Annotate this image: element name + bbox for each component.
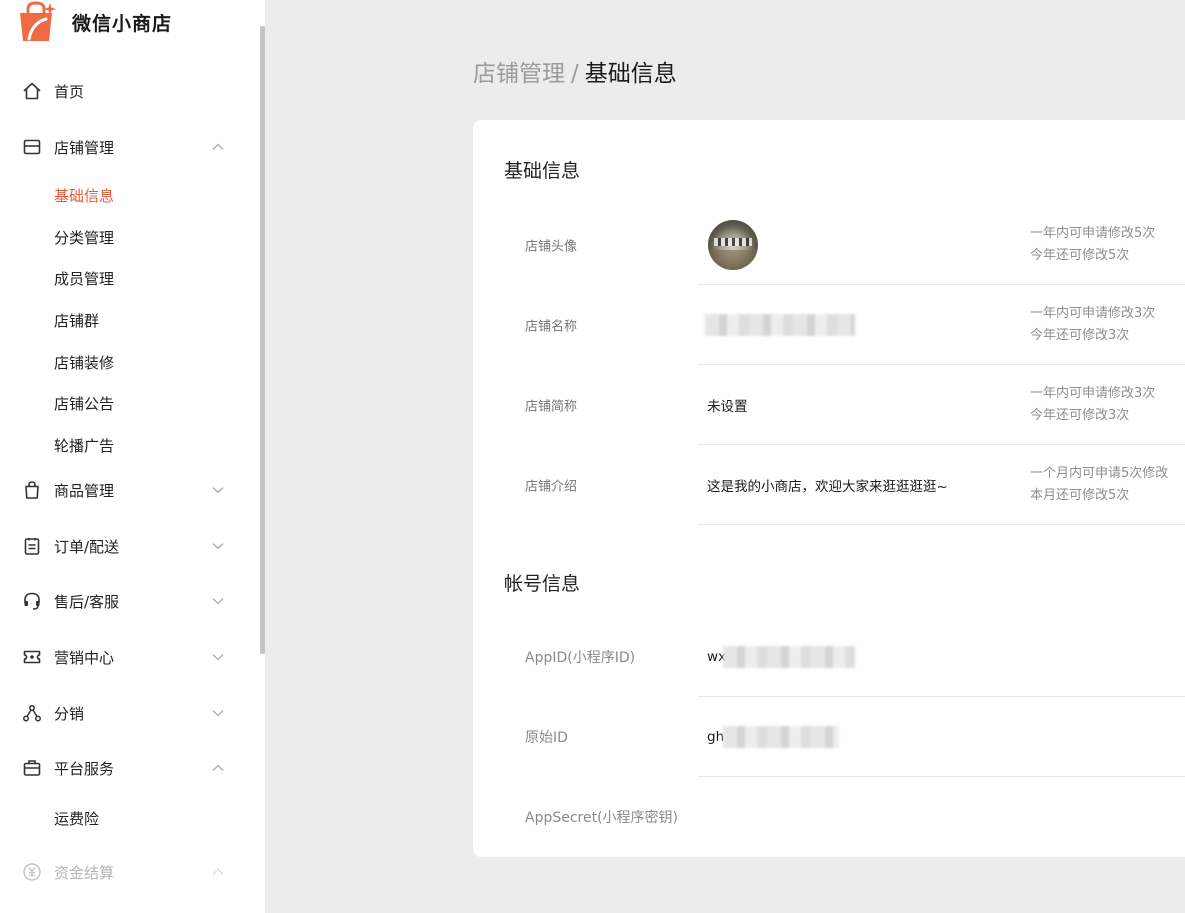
section-title-account-info: 帐号信息 [504, 573, 581, 595]
shopping-bag-sparkle-icon [16, 1, 58, 43]
row-note-line: 今年还可修改3次 [1030, 328, 1130, 343]
row-label: 店铺简称 [525, 399, 578, 415]
row-value: 这是我的小商店，欢迎大家来逛逛逛逛~ [707, 479, 948, 495]
info-row-avatar: 店铺头像 一年内可申请修改5次 今年还可修改5次 [473, 205, 1185, 285]
sidebar-subitem-members[interactable]: 成员管理 [54, 266, 114, 290]
sidebar-item-label: 店铺管理 [54, 138, 115, 157]
sidebar-scrollbar[interactable] [260, 26, 265, 654]
row-note: 一个月内可申请5次修改 本月还可修改5次 [1030, 463, 1168, 507]
store-avatar[interactable] [708, 220, 758, 270]
redacted-value [723, 646, 855, 668]
sidebar-item-label: 订单/配送 [54, 537, 120, 556]
sidebar-item-label: 营销中心 [54, 648, 115, 667]
sidebar-subitem-basic-info[interactable]: 基础信息 [54, 183, 114, 207]
chevron-down-icon [210, 538, 226, 554]
shopping-bag-icon [21, 479, 43, 501]
row-note-line: 一个月内可申请5次修改 [1030, 466, 1169, 481]
info-row-original-id: 原始ID gh [473, 697, 1185, 777]
sidebar-subitem-decoration[interactable]: 店铺装修 [54, 350, 114, 374]
row-label: 店铺头像 [525, 239, 578, 255]
info-row-short-name: 店铺简称 未设置 一年内可申请修改3次 今年还可修改3次 [473, 365, 1185, 445]
sidebar-item-label: 分销 [54, 704, 85, 723]
info-row-appid: AppID(小程序ID) wx [473, 617, 1185, 697]
sidebar-subitem-store-group[interactable]: 店铺群 [54, 308, 99, 332]
sidebar-item-store-management[interactable]: 店铺管理 [0, 132, 250, 162]
share-network-icon [21, 702, 43, 724]
row-value-prefix: gh [707, 729, 725, 745]
info-row-intro: 店铺介绍 这是我的小商店，欢迎大家来逛逛逛逛~ 一个月内可申请5次修改 本月还可… [473, 445, 1185, 525]
sidebar-subitem-carousel[interactable]: 轮播广告 [54, 433, 114, 457]
row-value: 未设置 [707, 399, 748, 415]
chevron-down-icon [210, 705, 226, 721]
redacted-value [723, 726, 839, 748]
row-note-line: 本月还可修改5次 [1030, 488, 1130, 503]
sidebar-item-label: 首页 [54, 82, 85, 101]
sidebar-item-distribution[interactable]: 分销 [0, 698, 250, 728]
chevron-down-icon [210, 649, 226, 665]
row-note-line: 今年还可修改3次 [1030, 408, 1130, 423]
info-card: 基础信息 店铺头像 一年内可申请修改5次 今年还可修改5次 店铺名称 一年内可申… [473, 120, 1185, 857]
page-title: 基础信息 [584, 61, 677, 87]
chevron-up-icon [210, 760, 226, 776]
row-label: 原始ID [525, 730, 568, 746]
briefcase-icon [21, 757, 43, 779]
row-note-line: 一年内可申请修改3次 [1030, 386, 1156, 401]
chevron-down-icon [210, 482, 226, 498]
sidebar-subitem-category[interactable]: 分类管理 [54, 225, 114, 249]
chevron-up-icon [210, 139, 226, 155]
row-note-line: 一年内可申请修改3次 [1030, 306, 1156, 321]
clipboard-icon [21, 535, 43, 557]
row-label: AppID(小程序ID) [525, 650, 636, 666]
row-note: 一年内可申请修改3次 今年还可修改3次 [1030, 303, 1155, 347]
sidebar-item-after-sales[interactable]: 售后/客服 [0, 586, 250, 616]
ticket-icon [21, 646, 43, 668]
section-title-basic-info: 基础信息 [504, 160, 581, 182]
logo[interactable]: 微信小商店 [16, 0, 172, 44]
sidebar-item-label: 商品管理 [54, 481, 115, 500]
divider [698, 524, 1185, 525]
sidebar-item-marketing[interactable]: 营销中心 [0, 642, 250, 672]
sidebar-item-platform-services[interactable]: 平台服务 [0, 753, 250, 783]
info-row-appsecret: AppSecret(小程序密钥) [473, 777, 1185, 857]
sidebar-item-label: 售后/客服 [54, 592, 120, 611]
sidebar-subitem-freight-insurance[interactable]: 运费险 [54, 806, 99, 830]
yen-icon [21, 861, 43, 883]
info-row-store-name: 店铺名称 一年内可申请修改3次 今年还可修改3次 [473, 285, 1185, 365]
row-label: 店铺名称 [525, 319, 578, 335]
breadcrumb: 店铺管理 / 基础信息 [473, 54, 677, 88]
sidebar: 微信小商店 首页 店铺管理 基础信息 分类管理 成员管理 店铺群 店铺装修 店铺… [0, 0, 265, 913]
store-icon [21, 136, 43, 158]
headset-icon [21, 590, 43, 612]
home-icon [21, 80, 43, 102]
sidebar-subitem-announcement[interactable]: 店铺公告 [54, 391, 114, 415]
chevron-down-icon [210, 593, 226, 609]
sidebar-item-products[interactable]: 商品管理 [0, 475, 250, 505]
chevron-up-icon [210, 864, 226, 880]
sidebar-item-home[interactable]: 首页 [0, 76, 250, 106]
sidebar-item-label: 资金结算 [54, 863, 115, 882]
row-label: AppSecret(小程序密钥) [525, 810, 679, 826]
row-note-line: 今年还可修改5次 [1030, 248, 1130, 263]
row-label: 店铺介绍 [525, 479, 578, 495]
row-note-line: 一年内可申请修改5次 [1030, 226, 1156, 241]
breadcrumb-separator: / [571, 61, 579, 87]
brand-name: 微信小商店 [72, 12, 173, 35]
sidebar-item-settlement[interactable]: 资金结算 [0, 857, 250, 887]
redacted-value [705, 314, 855, 336]
row-note: 一年内可申请修改5次 今年还可修改5次 [1030, 223, 1155, 267]
row-note: 一年内可申请修改3次 今年还可修改3次 [1030, 383, 1155, 427]
breadcrumb-parent[interactable]: 店铺管理 [473, 61, 565, 87]
sidebar-item-orders[interactable]: 订单/配送 [0, 531, 250, 561]
sidebar-item-label: 平台服务 [54, 759, 115, 778]
